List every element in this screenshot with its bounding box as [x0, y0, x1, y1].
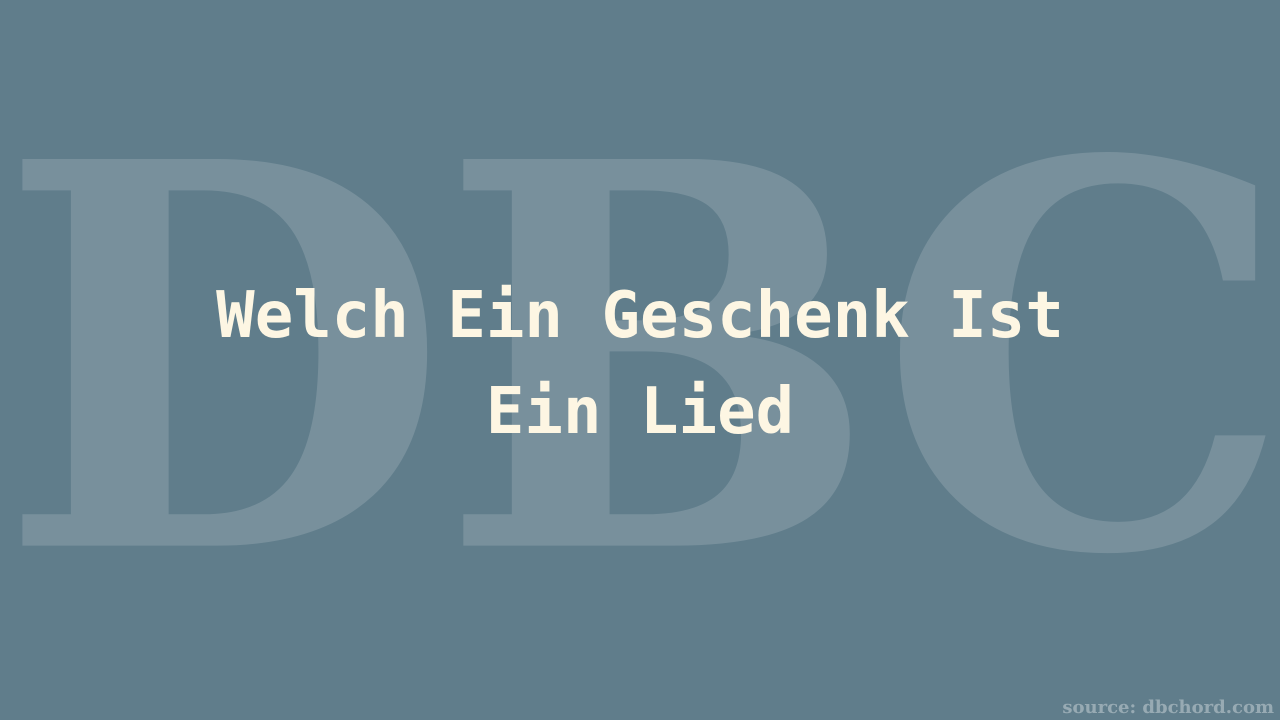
- song-title: Welch Ein Geschenk Ist Ein Lied: [140, 268, 1140, 460]
- song-title-card: DBC Welch Ein Geschenk Ist Ein Lied sour…: [0, 0, 1280, 720]
- title-container: Welch Ein Geschenk Ist Ein Lied: [0, 0, 1280, 720]
- song-title-line-1: Welch Ein Geschenk Ist: [216, 279, 1064, 353]
- song-title-line-2: Ein Lied: [485, 375, 795, 449]
- source-credit: source: dbchord.com: [1062, 697, 1274, 718]
